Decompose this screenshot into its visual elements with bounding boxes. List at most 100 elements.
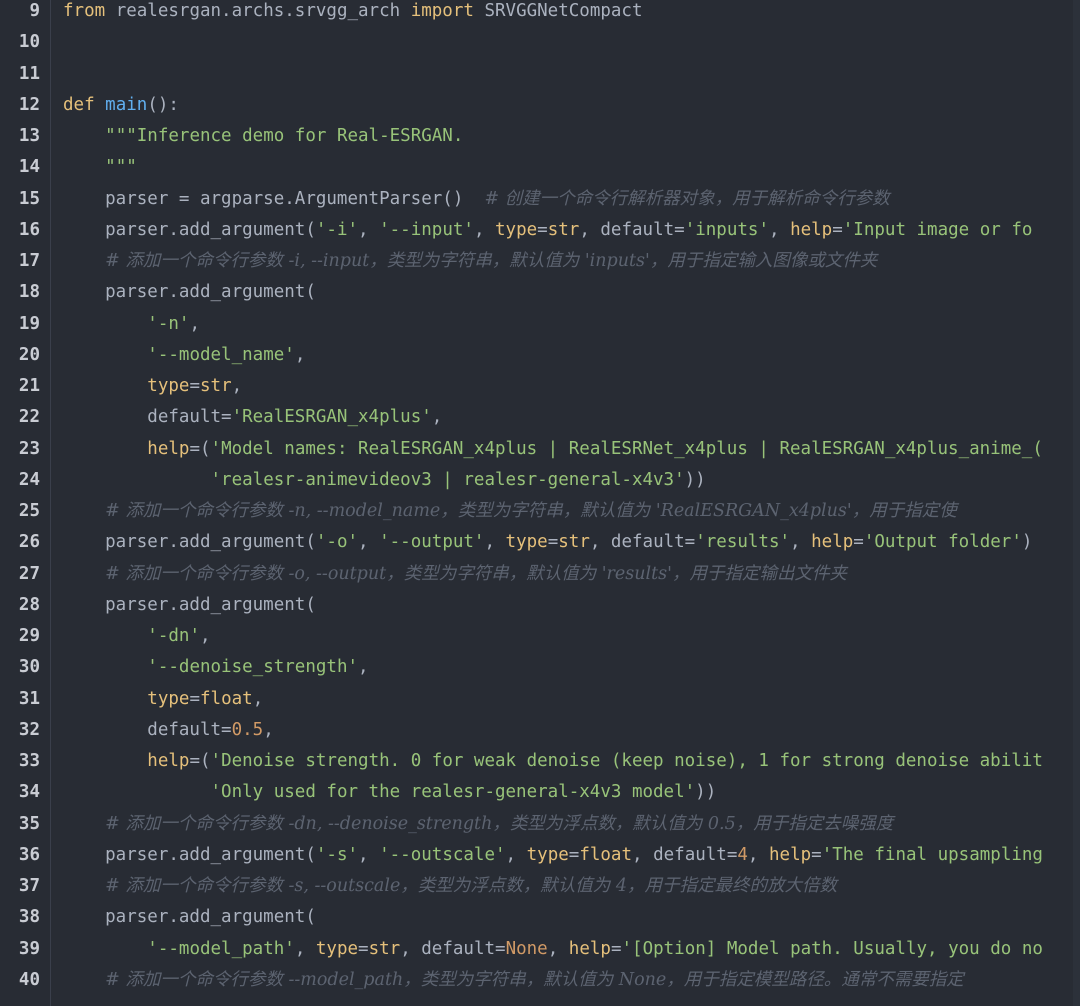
code-token: parser.add_argument(: [63, 219, 316, 240]
code-token: =: [189, 376, 200, 396]
code-token: type: [315, 938, 359, 959]
code-line[interactable]: 21 type=str,: [0, 371, 1073, 402]
code-line[interactable]: 28 parser.add_argument(: [0, 590, 1073, 621]
code-token: """Inference demo for Real-ESRGAN.: [105, 126, 464, 146]
line-text: parser.add_argument(: [63, 902, 1073, 933]
code-line[interactable]: 32 default=0.5,: [0, 715, 1073, 746]
code-token: ,: [358, 219, 380, 240]
code-line[interactable]: 22 default='RealESRGAN_x4plus',: [0, 402, 1073, 433]
code-token: , default=: [589, 532, 696, 553]
code-line[interactable]: 35 # 添加一个命令行参数 -dn, --denoise_strength，类…: [0, 809, 1073, 840]
code-token: # 添加一个命令行参数 -n, --model_name，类型为字符串，默认值为…: [105, 501, 957, 521]
code-token: parser.add_argument(: [63, 907, 316, 928]
code-token: ,: [358, 657, 369, 678]
code-token: ,: [473, 219, 496, 240]
code-token: SRVGGNetCompact: [473, 1, 643, 21]
code-token: '--input': [379, 219, 474, 240]
code-line[interactable]: 18 parser.add_argument(: [0, 277, 1073, 308]
vertical-scrollbar[interactable]: [1073, 0, 1080, 1006]
code-line[interactable]: 31 type=float,: [0, 684, 1073, 715]
code-line[interactable]: 11: [0, 59, 1073, 90]
code-token: =: [547, 532, 559, 553]
line-number: 30: [18, 657, 40, 678]
code-line[interactable]: 9 from realesrgan.archs.srvgg_arch import…: [0, 0, 1073, 27]
code-area[interactable]: 9 from realesrgan.archs.srvgg_arch import…: [0, 0, 1073, 996]
code-line[interactable]: 30 '--denoise_strength',: [0, 652, 1073, 683]
code-token: ,: [358, 844, 380, 865]
code-line[interactable]: 15 parser = argparse.ArgumentParser() # …: [0, 184, 1073, 215]
line-number: 22: [18, 407, 40, 428]
code-token: from: [63, 1, 106, 21]
code-token: =(: [189, 751, 211, 771]
line-number: 23: [18, 438, 40, 459]
code-line[interactable]: 39 '--model_path', type=str, default=Non…: [0, 934, 1073, 965]
line-number: 28: [18, 594, 40, 615]
code-line[interactable]: 25 # 添加一个命令行参数 -n, --model_name，类型为字符串，默…: [0, 496, 1073, 527]
code-token: str: [368, 938, 401, 959]
code-line[interactable]: 24 'realesr-animevideov3 | realesr-gener…: [0, 465, 1073, 496]
code-line[interactable]: 33 help=('Denoise strength. 0 for weak d…: [0, 746, 1073, 777]
code-token: # 添加一个命令行参数 -s, --outscale，类型为浮点数，默认值为 4…: [105, 876, 837, 896]
line-text: parser.add_argument(: [63, 590, 1073, 621]
code-line[interactable]: 19 '-n',: [0, 309, 1073, 340]
code-line[interactable]: 20 '--model_name',: [0, 340, 1073, 371]
line-number: 39: [18, 938, 40, 959]
line-text: type=float,: [63, 684, 1073, 715]
code-token: # 添加一个命令行参数 -dn, --denoise_strength，类型为浮…: [105, 813, 894, 834]
code-token: type: [495, 219, 538, 240]
code-token: 'Model names: RealESRGAN_x4plus | RealES…: [210, 438, 1043, 459]
code-line[interactable]: 13 """Inference demo for Real-ESRGAN.: [0, 121, 1073, 152]
code-token: 'RealESRGAN_x4plus': [231, 407, 432, 428]
code-token: '--model_path': [147, 938, 295, 959]
code-line[interactable]: 14 """: [0, 152, 1073, 183]
code-line[interactable]: 27 # 添加一个命令行参数 -o, --output，类型为字符串，默认值为 …: [0, 559, 1073, 590]
code-line[interactable]: 10: [0, 27, 1073, 58]
line-number: 14: [18, 157, 40, 178]
code-token: '-s': [315, 844, 359, 865]
code-token: def: [63, 94, 95, 115]
line-text: # 添加一个命令行参数 -o, --output，类型为字符串，默认值为 're…: [63, 559, 1073, 590]
line-text: parser.add_argument(: [63, 277, 1073, 308]
code-line[interactable]: 36 parser.add_argument('-s', '--outscale…: [0, 840, 1073, 871]
code-token: 'inputs': [684, 219, 769, 240]
code-token: ,: [431, 407, 443, 428]
line-number: 24: [18, 469, 40, 490]
code-token: help: [568, 938, 611, 959]
code-token: '-dn': [147, 626, 200, 646]
line-text: type=str,: [63, 371, 1073, 402]
line-text: def main():: [63, 90, 1073, 121]
code-line[interactable]: 17 # 添加一个命令行参数 -i, --input，类型为字符串，默认值为 '…: [0, 246, 1073, 277]
code-token: ,: [294, 938, 316, 959]
code-token: =(: [189, 438, 211, 459]
code-token: ,: [189, 313, 200, 334]
line-number: 29: [18, 626, 40, 646]
code-token: main: [105, 94, 148, 115]
code-token: , default=: [579, 219, 685, 240]
code-line[interactable]: 34 'Only used for the realesr-general-x4…: [0, 777, 1073, 808]
code-token: help: [147, 438, 190, 459]
code-line[interactable]: 40 # 添加一个命令行参数 --model_path，类型为字符串，默认值为 …: [0, 965, 1073, 996]
code-token: ,: [747, 844, 769, 865]
code-line[interactable]: 16 parser.add_argument('-i', '--input', …: [0, 215, 1073, 246]
code-token: =: [832, 219, 843, 240]
line-number: 27: [18, 563, 40, 584]
code-token: '--output': [379, 532, 485, 553]
code-line[interactable]: 26 parser.add_argument('-o', '--output',…: [0, 527, 1073, 558]
code-line[interactable]: 38 parser.add_argument(: [0, 902, 1073, 933]
code-line[interactable]: 12 def main():: [0, 90, 1073, 121]
code-token: 'Output folder': [863, 532, 1022, 553]
code-token: 'The final upsampling: [821, 844, 1043, 865]
code-token: 4: [737, 844, 748, 865]
code-line[interactable]: 37 # 添加一个命令行参数 -s, --outscale，类型为浮点数，默认值…: [0, 871, 1073, 902]
code-token: float: [200, 688, 253, 709]
code-token: ,: [358, 532, 380, 553]
line-text: '-n',: [63, 309, 1073, 340]
line-number: 13: [18, 126, 40, 146]
code-line[interactable]: 23 help=('Model names: RealESRGAN_x4plus…: [0, 434, 1073, 465]
code-editor[interactable]: 9 from realesrgan.archs.srvgg_arch import…: [0, 0, 1080, 1006]
code-line[interactable]: 29 '-dn',: [0, 621, 1073, 652]
